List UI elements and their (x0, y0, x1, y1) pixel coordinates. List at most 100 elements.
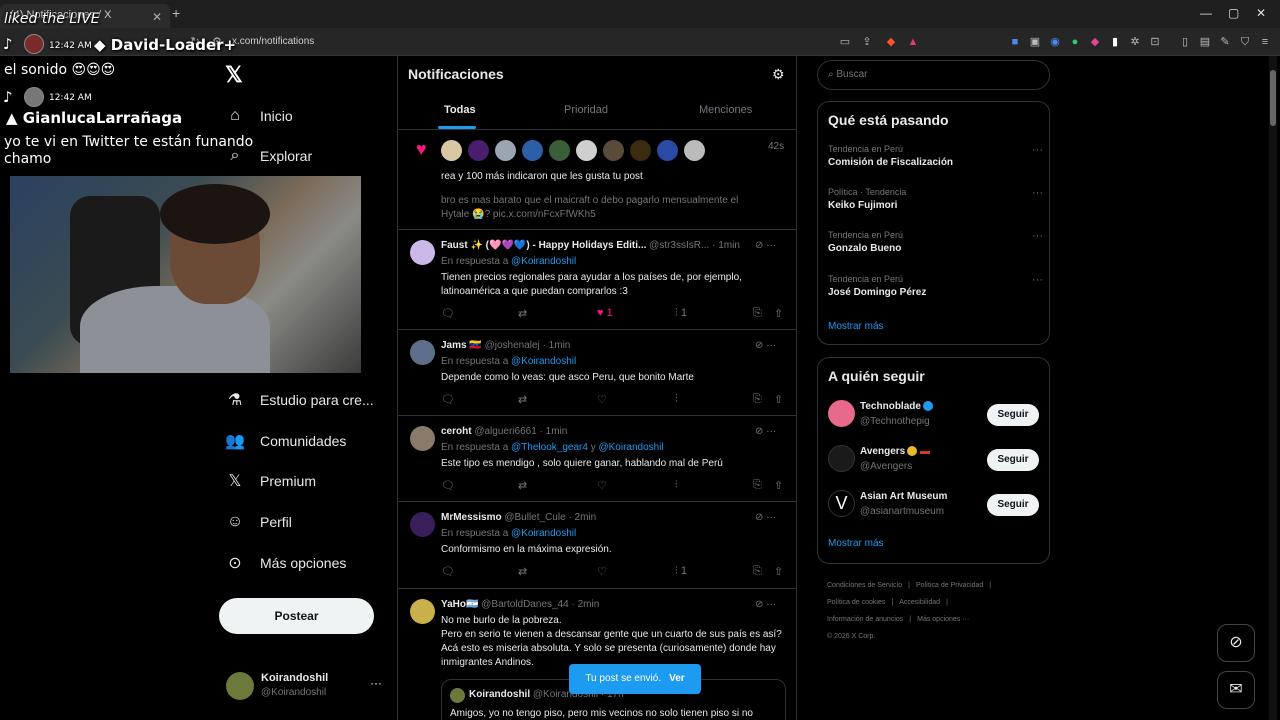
avatar[interactable] (410, 599, 435, 624)
follow-button[interactable]: Seguir (987, 404, 1039, 426)
footer-link[interactable]: Condiciones de Servicio (827, 582, 902, 589)
extension-icon[interactable]: ● (1068, 35, 1082, 49)
footer-link[interactable]: Accesibilidad (899, 599, 940, 606)
avatar[interactable] (410, 240, 435, 265)
trend-item[interactable]: Política · Tendencia Keiko Fujimori ··· (828, 187, 1043, 211)
repost-icon[interactable]: ⇄ (518, 307, 527, 320)
grok-icon[interactable]: ⊘ (755, 599, 763, 610)
share-icon[interactable]: ⇧ (774, 479, 783, 492)
extensions-puzzle-icon[interactable]: ✲ (1128, 35, 1142, 49)
leo-icon[interactable]: ✎ (1218, 35, 1232, 49)
scrollbar[interactable] (1269, 56, 1277, 720)
post-button[interactable]: Postear (219, 598, 374, 634)
repost-icon[interactable]: ⇄ (518, 479, 527, 492)
avatar[interactable] (410, 512, 435, 537)
extension-icon[interactable]: ▣ (1028, 35, 1042, 49)
post-menu[interactable]: ⊘ ··· (755, 426, 776, 437)
tab-all[interactable]: Todas (444, 104, 476, 116)
show-more-trends-link[interactable]: Mostrar más (828, 321, 884, 332)
extension-icon[interactable]: ◉ (1048, 35, 1062, 49)
post-menu[interactable]: ⊘ ··· (755, 512, 776, 523)
search-input[interactable]: ⌕ Buscar (817, 60, 1050, 90)
more-dots-icon[interactable]: ··· (1032, 144, 1043, 156)
cast-icon[interactable]: ▭ (838, 35, 852, 49)
follow-button[interactable]: Seguir (987, 494, 1039, 516)
reply-icon[interactable]: 🗨 (441, 479, 455, 492)
nav-item-home[interactable]: ⌂ Inicio (224, 101, 293, 131)
post-handle[interactable]: @algueri6661 (474, 426, 536, 437)
nav-item-more[interactable]: ⊙ Más opciones (224, 548, 346, 578)
toast-view-link[interactable]: Ver (669, 673, 685, 684)
downloads-icon[interactable]: ⊡ (1148, 35, 1162, 49)
mention-link[interactable]: @Koirandoshil (511, 256, 576, 267)
gear-icon[interactable]: ⚙ (772, 66, 785, 83)
avatar[interactable] (630, 140, 651, 161)
avatar[interactable] (603, 140, 624, 161)
more-dots-icon[interactable]: ··· (1032, 274, 1043, 286)
post-handle[interactable]: @joshenalej (485, 340, 540, 351)
more-dots-icon[interactable]: ··· (766, 240, 776, 251)
like-button[interactable]: ♡ (597, 565, 607, 578)
avatar[interactable] (522, 140, 543, 161)
views-button[interactable]: ⫶ 1 (675, 307, 687, 320)
grok-icon[interactable]: ⊘ (1217, 624, 1255, 662)
grok-icon[interactable]: ⊘ (755, 512, 763, 523)
more-dots-icon[interactable]: ··· (766, 340, 776, 351)
like-button[interactable]: ♡ (597, 479, 607, 492)
more-dots-icon[interactable]: ··· (370, 676, 382, 690)
share-icon[interactable]: ⇧ (774, 393, 783, 406)
trend-item[interactable]: Tendencia en Perú Comisión de Fiscalizaci… (828, 144, 1043, 168)
vpn-shield-icon[interactable]: ⛉ (1238, 35, 1252, 49)
avatar[interactable] (495, 140, 516, 161)
share-icon[interactable]: ⇧ (774, 565, 783, 578)
repost-icon[interactable]: ⇄ (518, 565, 527, 578)
avatar[interactable] (684, 140, 705, 161)
reply-post[interactable]: Jams 🇻🇪 @joshenalej · 1min ⊘ ··· En resp… (398, 330, 796, 416)
tab-mentions[interactable]: Menciones (699, 104, 752, 116)
footer-link[interactable]: Política de cookies (827, 599, 885, 606)
nav-item-profile[interactable]: ☺ Perfil (224, 507, 292, 537)
more-dots-icon[interactable]: ··· (1032, 187, 1043, 199)
avatar[interactable] (410, 340, 435, 365)
avatar[interactable] (410, 426, 435, 451)
post-menu[interactable]: ⊘ ··· (755, 340, 776, 351)
post-handle[interactable]: @str3ssIsR... (649, 240, 709, 251)
wallet-icon[interactable]: ▤ (1198, 35, 1212, 49)
share-icon[interactable]: ⇧ (774, 307, 783, 320)
footer-link[interactable]: Política de Privacidad (916, 582, 983, 589)
avatar[interactable] (657, 140, 678, 161)
maximize-button[interactable]: ▢ (1228, 6, 1239, 20)
bookmark-icon[interactable]: ⎘ (753, 393, 762, 406)
follow-suggestion[interactable]: Technoblade @Technothepig Seguir (828, 398, 1043, 434)
avatar[interactable]: V (828, 490, 855, 517)
avatar[interactable] (549, 140, 570, 161)
mention-link[interactable]: @Koirandoshil (511, 356, 576, 367)
trend-item[interactable]: Tendencia en Perú Gonzalo Bueno ··· (828, 230, 1043, 254)
mention-link[interactable]: @Koirandoshil (511, 528, 576, 539)
address-bar[interactable]: x.com/notifications (232, 36, 314, 47)
brave-shield-icon[interactable]: ◆ (884, 35, 898, 49)
avatar[interactable] (441, 140, 462, 161)
reply-icon[interactable]: 🗨 (441, 307, 455, 320)
post-handle[interactable]: @BartoldDanes_44 (481, 599, 568, 610)
more-dots-icon[interactable]: ··· (766, 599, 776, 610)
reply-post[interactable]: Faust ✨ (🩷💜💙) - Happy Holidays Editi... … (398, 230, 796, 330)
trend-item[interactable]: Tendencia en Perú José Domingo Pérez ··· (828, 274, 1043, 298)
mention-link[interactable]: @Thelook_gear4 (511, 442, 588, 453)
bookmark-icon[interactable]: ⎘ (753, 307, 762, 320)
like-button[interactable]: ♥ 1 (597, 307, 613, 319)
scrollbar-thumb[interactable] (1270, 70, 1276, 126)
close-window-button[interactable]: ✕ (1256, 6, 1266, 20)
show-more-follow-link[interactable]: Mostrar más (828, 538, 884, 549)
views-button[interactable]: ⫶ 1 (675, 565, 687, 578)
grok-icon[interactable]: ⊘ (755, 240, 763, 251)
more-dots-icon[interactable]: ··· (766, 426, 776, 437)
avatar[interactable] (468, 140, 489, 161)
reply-icon[interactable]: 🗨 (441, 393, 455, 406)
post-menu[interactable]: ⊘ ··· (755, 240, 776, 251)
more-dots-icon[interactable]: ··· (766, 512, 776, 523)
grok-icon[interactable]: ⊘ (755, 426, 763, 437)
avatar[interactable] (828, 400, 855, 427)
mention-link[interactable]: @Koirandoshil (598, 442, 663, 453)
grok-icon[interactable]: ⊘ (755, 340, 763, 351)
